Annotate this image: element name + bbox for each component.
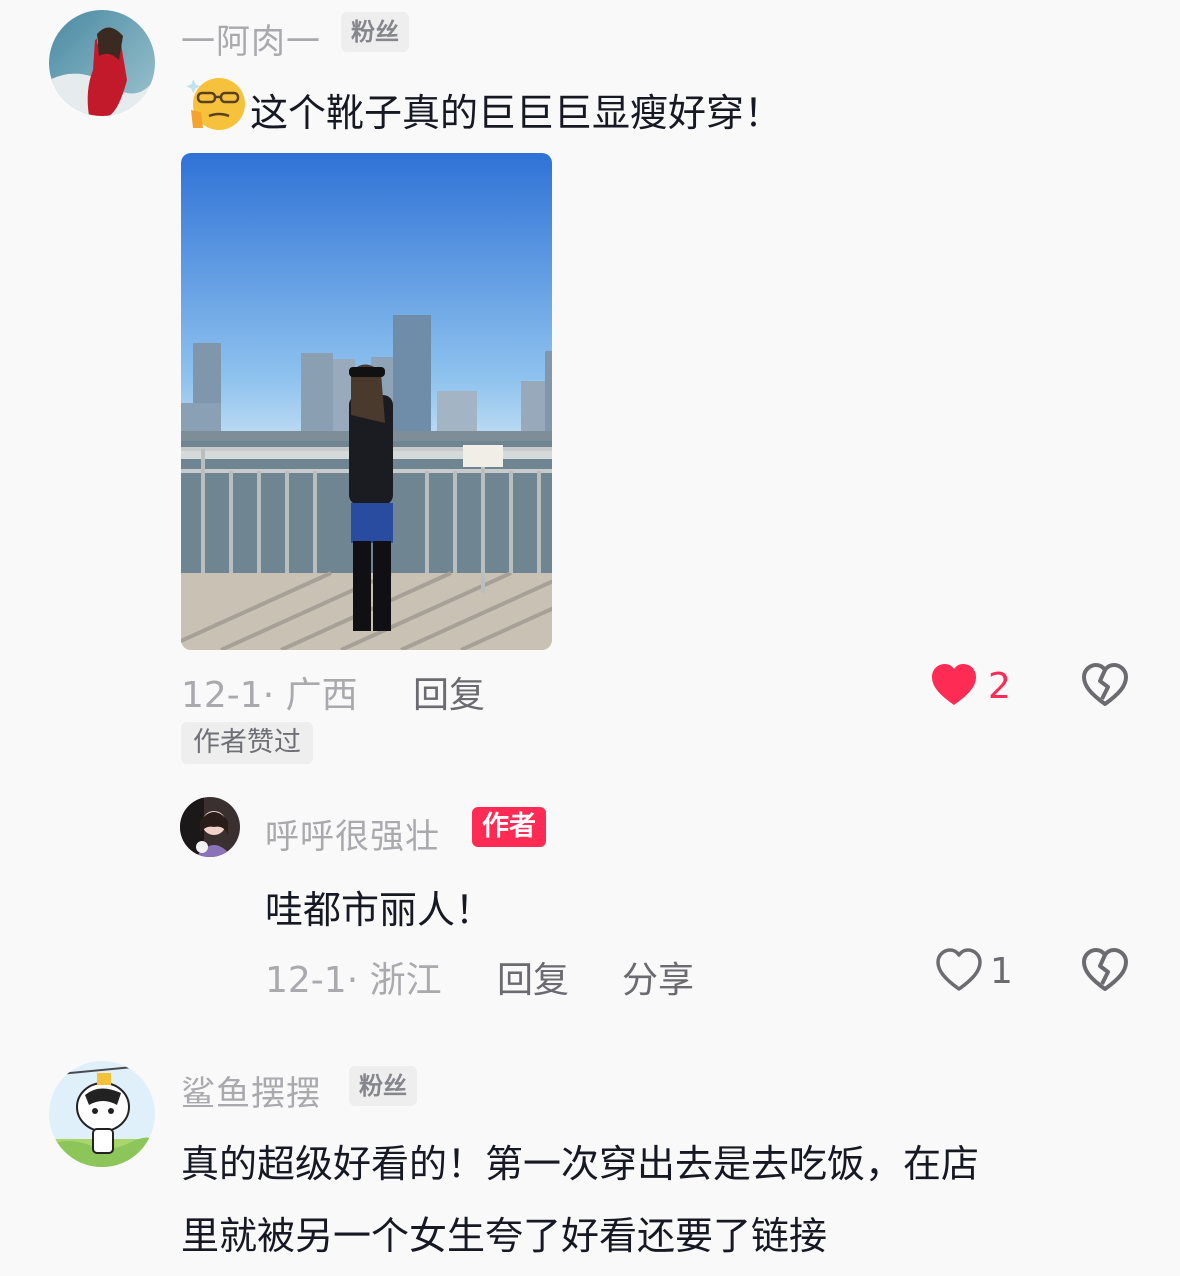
heart-outline-icon[interactable] — [935, 948, 983, 992]
username[interactable]: 鲨鱼摆摆 — [181, 1066, 321, 1115]
like-count: 2 — [988, 666, 1011, 707]
reply-button[interactable]: 回复 — [497, 951, 569, 1003]
comments-page: 一阿肉一 粉丝 这个靴子真的巨巨巨显瘦好穿！ 12-1· 广西 回复 2 作者赞… — [0, 0, 1180, 1276]
avatar-user-arou[interactable] — [49, 10, 155, 116]
broken-heart-icon[interactable] — [1081, 663, 1129, 707]
comment-photo[interactable] — [181, 153, 552, 650]
like-count: 1 — [990, 951, 1013, 992]
heart-filled-icon[interactable] — [930, 663, 978, 707]
username[interactable]: 呼呼很强壮 — [265, 809, 440, 858]
username[interactable]: 一阿肉一 — [181, 14, 321, 63]
broken-heart-icon[interactable] — [1081, 948, 1129, 992]
fan-badge: 粉丝 — [349, 1066, 417, 1106]
avatar-author[interactable] — [180, 797, 240, 857]
author-liked-tag: 作者赞过 — [181, 722, 313, 764]
reply-date-location: 12-1· 浙江 — [265, 960, 442, 1001]
author-badge: 作者 — [472, 807, 546, 847]
comment-text: 这个靴子真的巨巨巨显瘦好穿！ — [250, 91, 783, 135]
comment-text-line-2: 里就被另一个女生夸了好看还要了链接 — [181, 1214, 828, 1258]
fan-badge: 粉丝 — [341, 12, 409, 52]
avatar-user-shark[interactable] — [49, 1061, 155, 1167]
comment-text-line-1: 真的超级好看的！第一次穿出去是去吃饭，在店 — [181, 1142, 980, 1186]
reply-button[interactable]: 回复 — [413, 666, 485, 718]
reply-text: 哇都市丽人！ — [265, 888, 494, 932]
comment-date-location: 12-1· 广西 — [181, 675, 358, 716]
share-button[interactable]: 分享 — [622, 951, 694, 1003]
thinking-glasses-emoji-icon — [183, 76, 247, 132]
